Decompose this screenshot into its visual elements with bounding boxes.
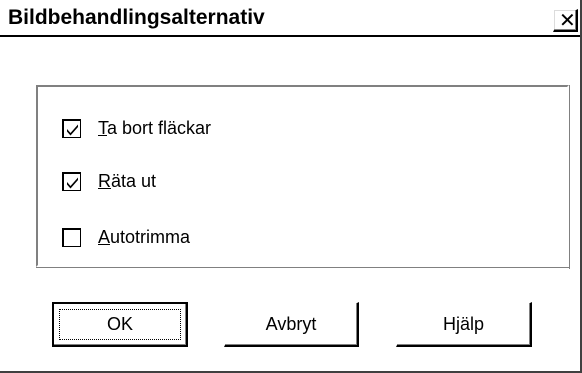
label-text: a bort fläckar [107,117,212,138]
label-text: utotrimma [110,226,191,247]
checkbox-label: Autotrimma [98,227,190,248]
checkbox-remove-spots[interactable]: Ta bort fläckar [62,117,211,139]
checkbox-box[interactable] [62,171,81,191]
label-text: äta ut [111,170,157,191]
image-processing-dialog: Bildbehandlingsalternativ ✕ Ta bort fläc… [0,0,582,373]
title-bar[interactable]: Bildbehandlingsalternativ ✕ [0,0,580,35]
cancel-button-label: Avbryt [265,313,317,334]
ok-button[interactable]: OK [52,302,188,347]
cancel-button[interactable]: Avbryt [224,302,359,347]
mnemonic-letter: R [98,170,111,191]
title-separator [0,35,580,37]
help-button[interactable]: Hjälp [396,302,532,347]
focus-rectangle [59,309,181,340]
checkmark-icon [67,177,78,188]
group-edge-right [569,85,570,269]
checkbox-straighten[interactable]: Räta ut [62,170,156,192]
close-button[interactable]: ✕ [553,9,578,32]
checkbox-autocrop[interactable]: Autotrimma [62,226,190,248]
checkbox-box[interactable] [62,118,81,138]
close-icon: ✕ [559,8,576,32]
checkmark-icon [67,124,78,135]
mnemonic-letter: A [98,226,111,247]
group-edge-bottom [36,267,570,268]
checkbox-label: Ta bort fläckar [98,118,211,139]
dialog-title: Bildbehandlingsalternativ [8,6,265,29]
help-button-label: Hjälp [442,313,485,334]
checkbox-label: Räta ut [98,171,156,192]
mnemonic-letter: T [98,117,107,138]
checkbox-box[interactable] [62,227,81,247]
